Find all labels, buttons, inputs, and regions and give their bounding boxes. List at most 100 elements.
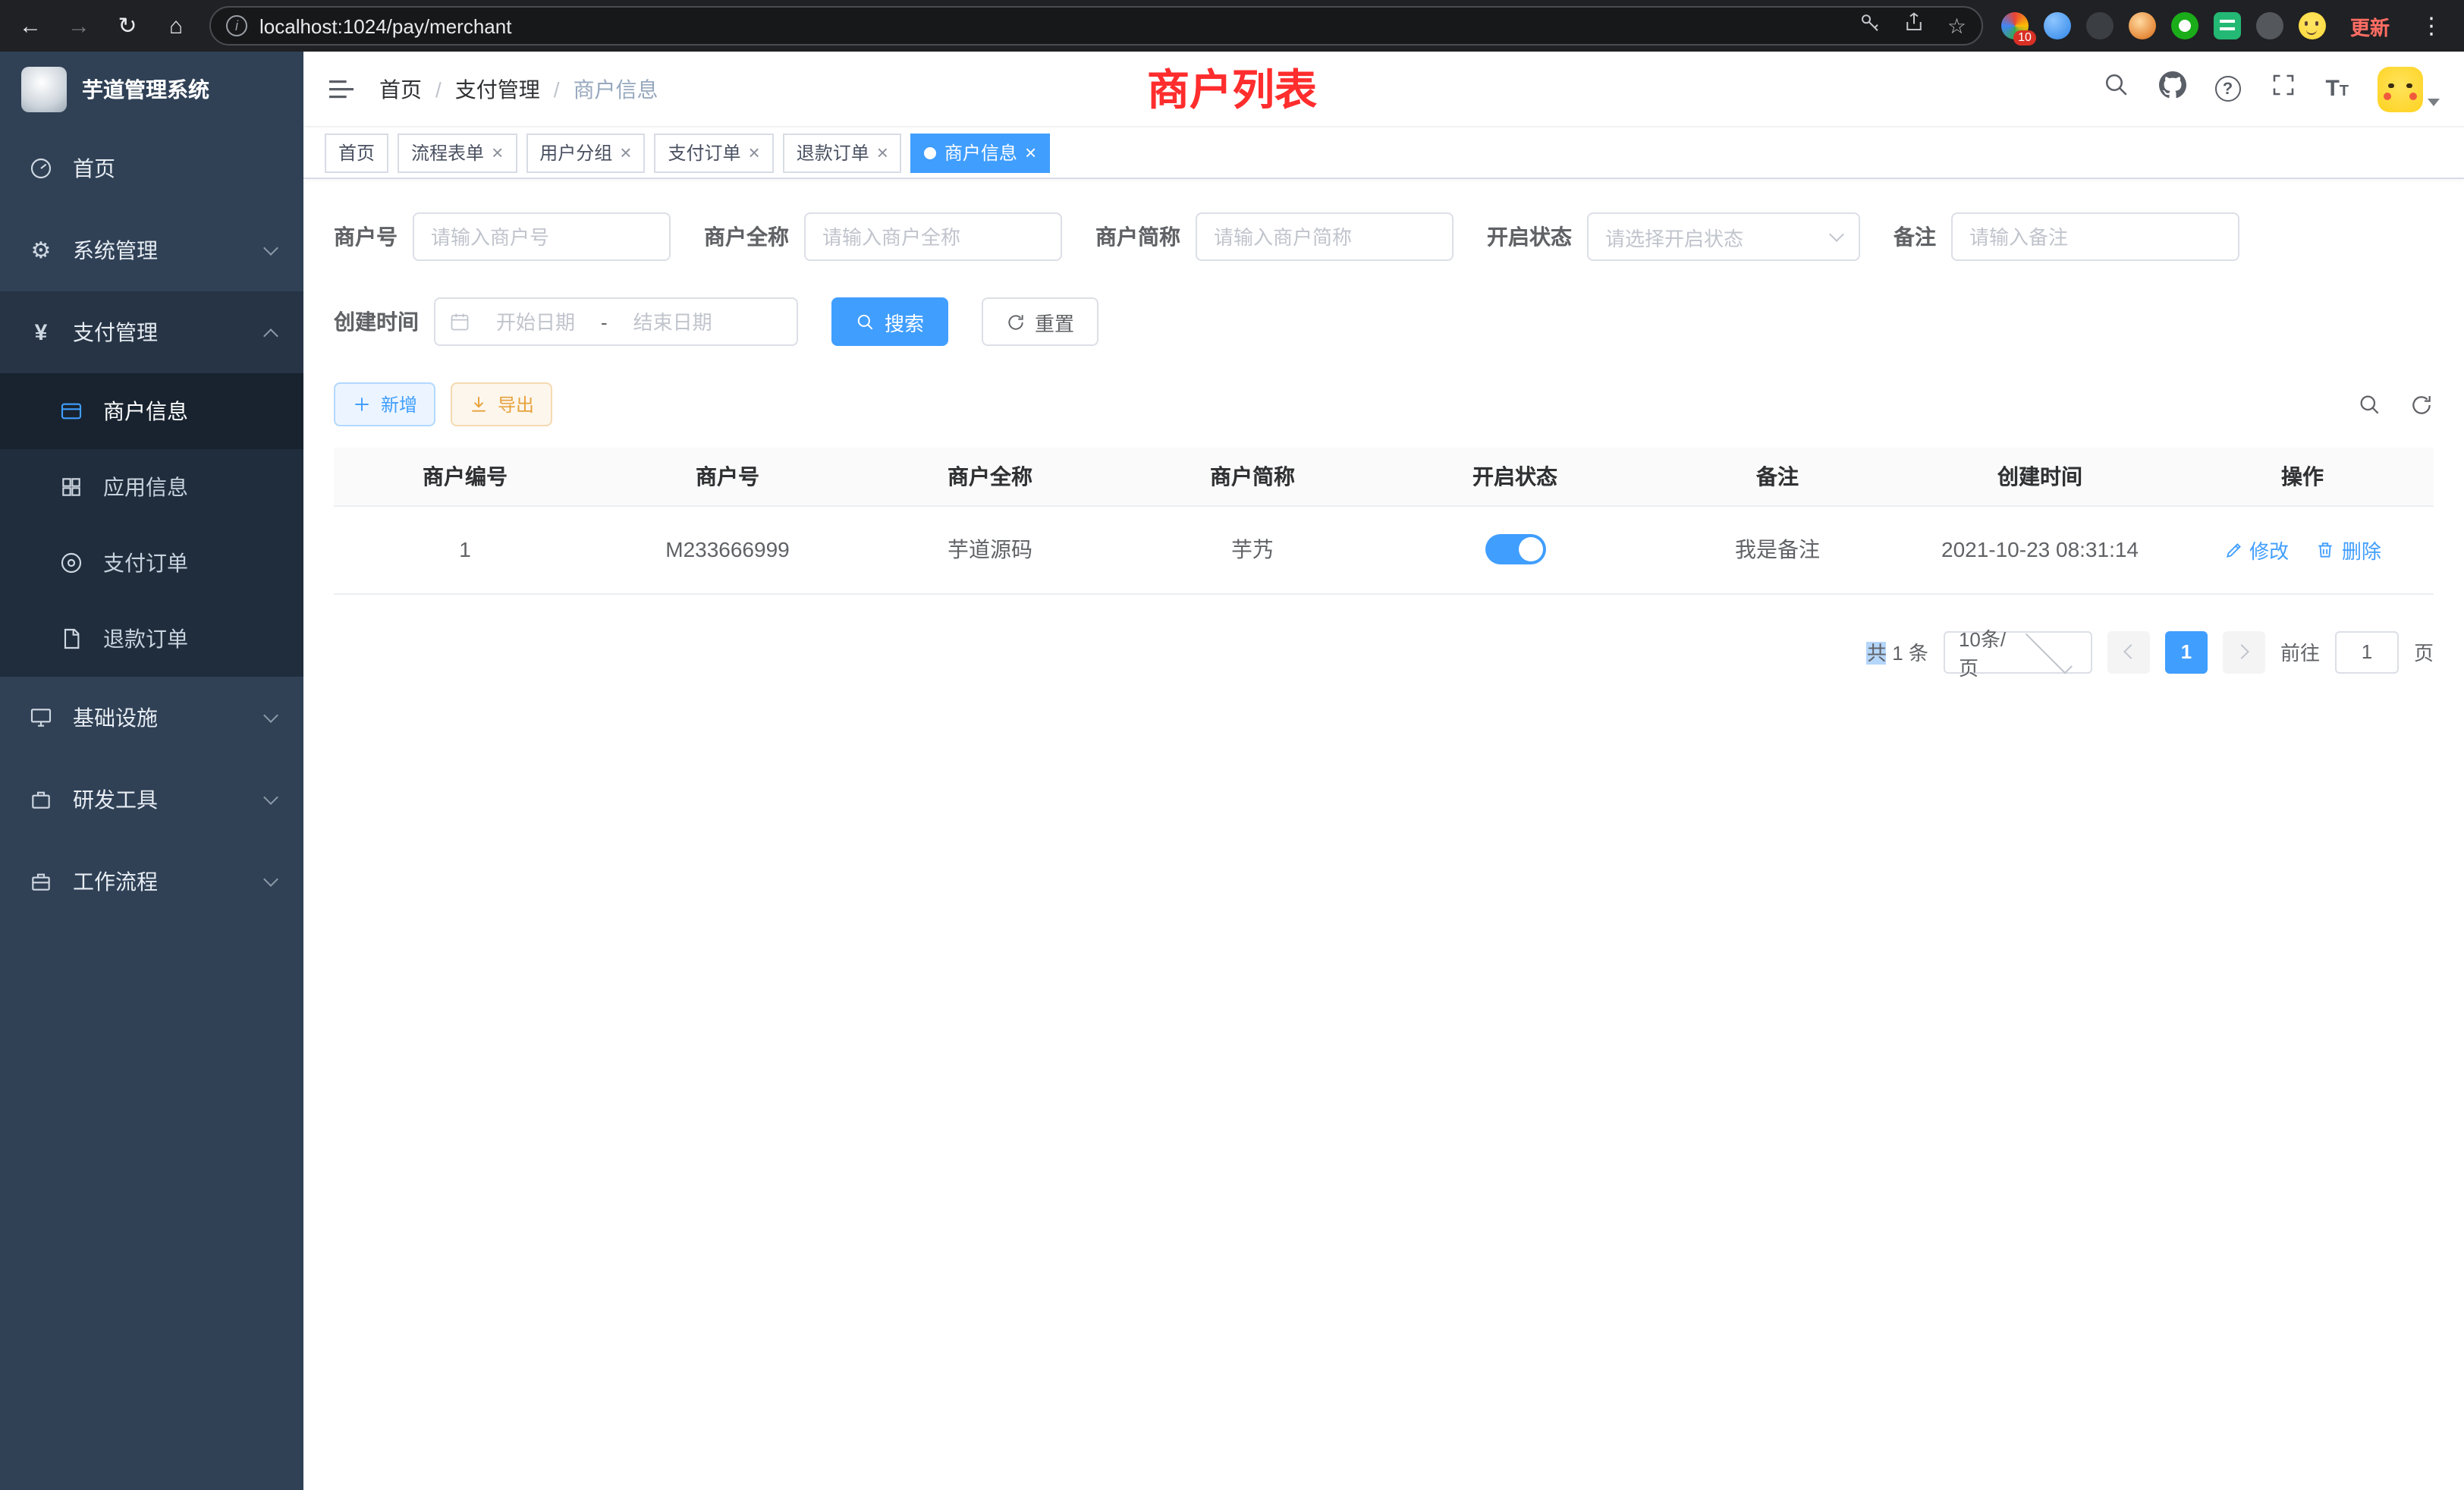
goto-page-input[interactable]	[2335, 630, 2399, 673]
end-date-input[interactable]	[617, 310, 729, 333]
extension-pin-icon[interactable]	[2256, 12, 2283, 39]
sidebar-item-system[interactable]: ⚙ 系统管理	[0, 209, 303, 291]
sidebar-item-app-info[interactable]: 应用信息	[0, 449, 303, 525]
browser-back-icon[interactable]: ←	[15, 13, 46, 39]
tab-label: 商户信息	[944, 140, 1017, 165]
extension-badge: 10	[2013, 30, 2036, 46]
edit-link[interactable]: 修改	[2224, 535, 2289, 564]
download-icon	[469, 395, 489, 414]
close-icon[interactable]: ×	[492, 143, 503, 162]
start-date-input[interactable]	[479, 310, 592, 333]
url-text[interactable]: localhost:1024/pay/merchant	[259, 14, 1847, 37]
sidebar-item-label: 首页	[73, 153, 115, 184]
refresh-icon[interactable]	[2409, 392, 2434, 417]
sidebar-item-workflow[interactable]: 工作流程	[0, 841, 303, 923]
tab-home[interactable]: 首页	[325, 133, 388, 172]
page-1-button[interactable]: 1	[2165, 630, 2208, 673]
full-name-input[interactable]	[822, 225, 1044, 248]
hide-search-icon[interactable]	[2358, 392, 2382, 417]
logo-avatar	[21, 67, 67, 112]
status-select[interactable]: 请选择开启状态	[1587, 212, 1860, 261]
extension-palette-icon[interactable]: 10	[2001, 12, 2029, 39]
main-area: 首页 / 支付管理 / 商户信息 ? TT	[303, 52, 2464, 1490]
delete-link[interactable]: 删除	[2316, 535, 2381, 564]
extension-avatar-icon[interactable]	[2129, 12, 2156, 39]
sidebar-group-payment: ¥ 支付管理 商户信息 应用信息	[0, 291, 303, 677]
sidebar-item-payment[interactable]: ¥ 支付管理	[0, 291, 303, 373]
site-info-icon[interactable]: i	[226, 15, 247, 36]
font-size-icon[interactable]: TT	[2325, 76, 2349, 102]
screen: ← → ↻ ⌂ i localhost:1024/pay/merchant ☆ …	[0, 0, 2464, 1490]
export-button[interactable]: 导出	[451, 382, 552, 426]
short-name-input[interactable]	[1214, 225, 1435, 248]
remark-input[interactable]	[1969, 225, 2221, 248]
profile-avatar-icon[interactable]	[2299, 12, 2326, 39]
sidebar-toggle-icon[interactable]	[328, 77, 355, 101]
pagination-total: 共 1 条	[1867, 637, 1928, 666]
close-icon[interactable]: ×	[749, 143, 760, 162]
status-toggle[interactable]	[1485, 534, 1545, 564]
extensions-bar: 10	[2001, 12, 2326, 39]
bookmark-star-icon[interactable]: ☆	[1947, 13, 1966, 39]
logo[interactable]: 芋道管理系统	[0, 52, 303, 127]
calendar-icon	[449, 311, 470, 332]
logo-title: 芋道管理系统	[82, 74, 209, 105]
search-icon[interactable]	[2102, 71, 2129, 106]
extension-dark-icon[interactable]	[2086, 12, 2114, 39]
extension-note-icon[interactable]	[2214, 12, 2241, 39]
tab-process-form[interactable]: 流程表单×	[398, 133, 517, 172]
fullscreen-icon[interactable]	[2269, 71, 2296, 106]
breadcrumb-home[interactable]: 首页	[379, 74, 422, 104]
browser-forward-icon[interactable]: →	[64, 13, 94, 39]
breadcrumb-payment[interactable]: 支付管理	[455, 74, 540, 104]
cell-remark: 我是备注	[1646, 505, 1909, 593]
close-icon[interactable]: ×	[1025, 143, 1036, 162]
filter-row-1: 商户号 商户全称 商户简称 开启状态 请选择开启状态	[334, 212, 2434, 261]
browser-menu-icon[interactable]: ⋮	[2414, 12, 2449, 39]
sidebar-item-refund-order[interactable]: 退款订单	[0, 601, 303, 677]
prev-page-button[interactable]	[2107, 630, 2150, 673]
extension-wechat-icon[interactable]	[2171, 12, 2198, 39]
tab-merchant-info[interactable]: 商户信息 ×	[911, 133, 1050, 172]
chevron-down-icon	[263, 872, 278, 887]
tab-user-group[interactable]: 用户分组×	[526, 133, 645, 172]
browser-reload-icon[interactable]: ↻	[112, 12, 143, 39]
sidebar-item-label: 退款订单	[103, 624, 188, 654]
cell-full-name: 芋道源码	[859, 505, 1121, 593]
tab-pay-order[interactable]: 支付订单 ×	[654, 133, 773, 172]
chevron-right-icon	[2234, 644, 2249, 659]
tab-label: 首页	[338, 140, 375, 165]
sidebar-item-home[interactable]: 首页	[0, 127, 303, 209]
help-icon[interactable]: ?	[2214, 76, 2240, 102]
next-page-button[interactable]	[2223, 630, 2265, 673]
sidebar-item-label: 系统管理	[73, 235, 158, 266]
cell-merchant-no: M233666999	[596, 505, 859, 593]
browser-update-button[interactable]: 更新	[2344, 8, 2396, 43]
merchant-no-input[interactable]	[431, 225, 652, 248]
sidebar-item-pay-order[interactable]: 支付订单	[0, 525, 303, 601]
sidebar-item-dev-tools[interactable]: 研发工具	[0, 759, 303, 841]
chevron-down-icon	[263, 790, 278, 805]
page-size-select[interactable]: 10条/页	[1944, 630, 2092, 673]
password-key-icon[interactable]	[1859, 11, 1882, 41]
user-avatar[interactable]	[2378, 66, 2440, 112]
close-icon[interactable]: ×	[620, 143, 631, 162]
close-icon[interactable]: ×	[877, 143, 888, 162]
filter-row-2: 创建时间 - 搜索 重置	[334, 297, 2434, 346]
tab-label: 支付订单	[668, 140, 740, 165]
extension-drop-icon[interactable]	[2044, 12, 2071, 39]
url-bar[interactable]: i localhost:1024/pay/merchant ☆	[209, 6, 1983, 46]
filter-label: 商户号	[334, 222, 398, 252]
github-icon[interactable]	[2158, 71, 2186, 106]
sidebar: 芋道管理系统 首页 ⚙ 系统管理 ¥ 支付管理	[0, 52, 303, 1490]
date-range-picker[interactable]: -	[434, 297, 798, 346]
sidebar-item-infra[interactable]: 基础设施	[0, 677, 303, 759]
share-icon[interactable]	[1903, 11, 1926, 41]
reset-button[interactable]: 重置	[982, 297, 1098, 346]
browser-home-icon[interactable]: ⌂	[161, 13, 191, 39]
target-icon	[58, 551, 85, 575]
tab-refund-order[interactable]: 退款订单×	[783, 133, 902, 172]
sidebar-item-merchant-info[interactable]: 商户信息	[0, 373, 303, 449]
add-button[interactable]: 新增	[334, 382, 435, 426]
search-button[interactable]: 搜索	[831, 297, 948, 346]
